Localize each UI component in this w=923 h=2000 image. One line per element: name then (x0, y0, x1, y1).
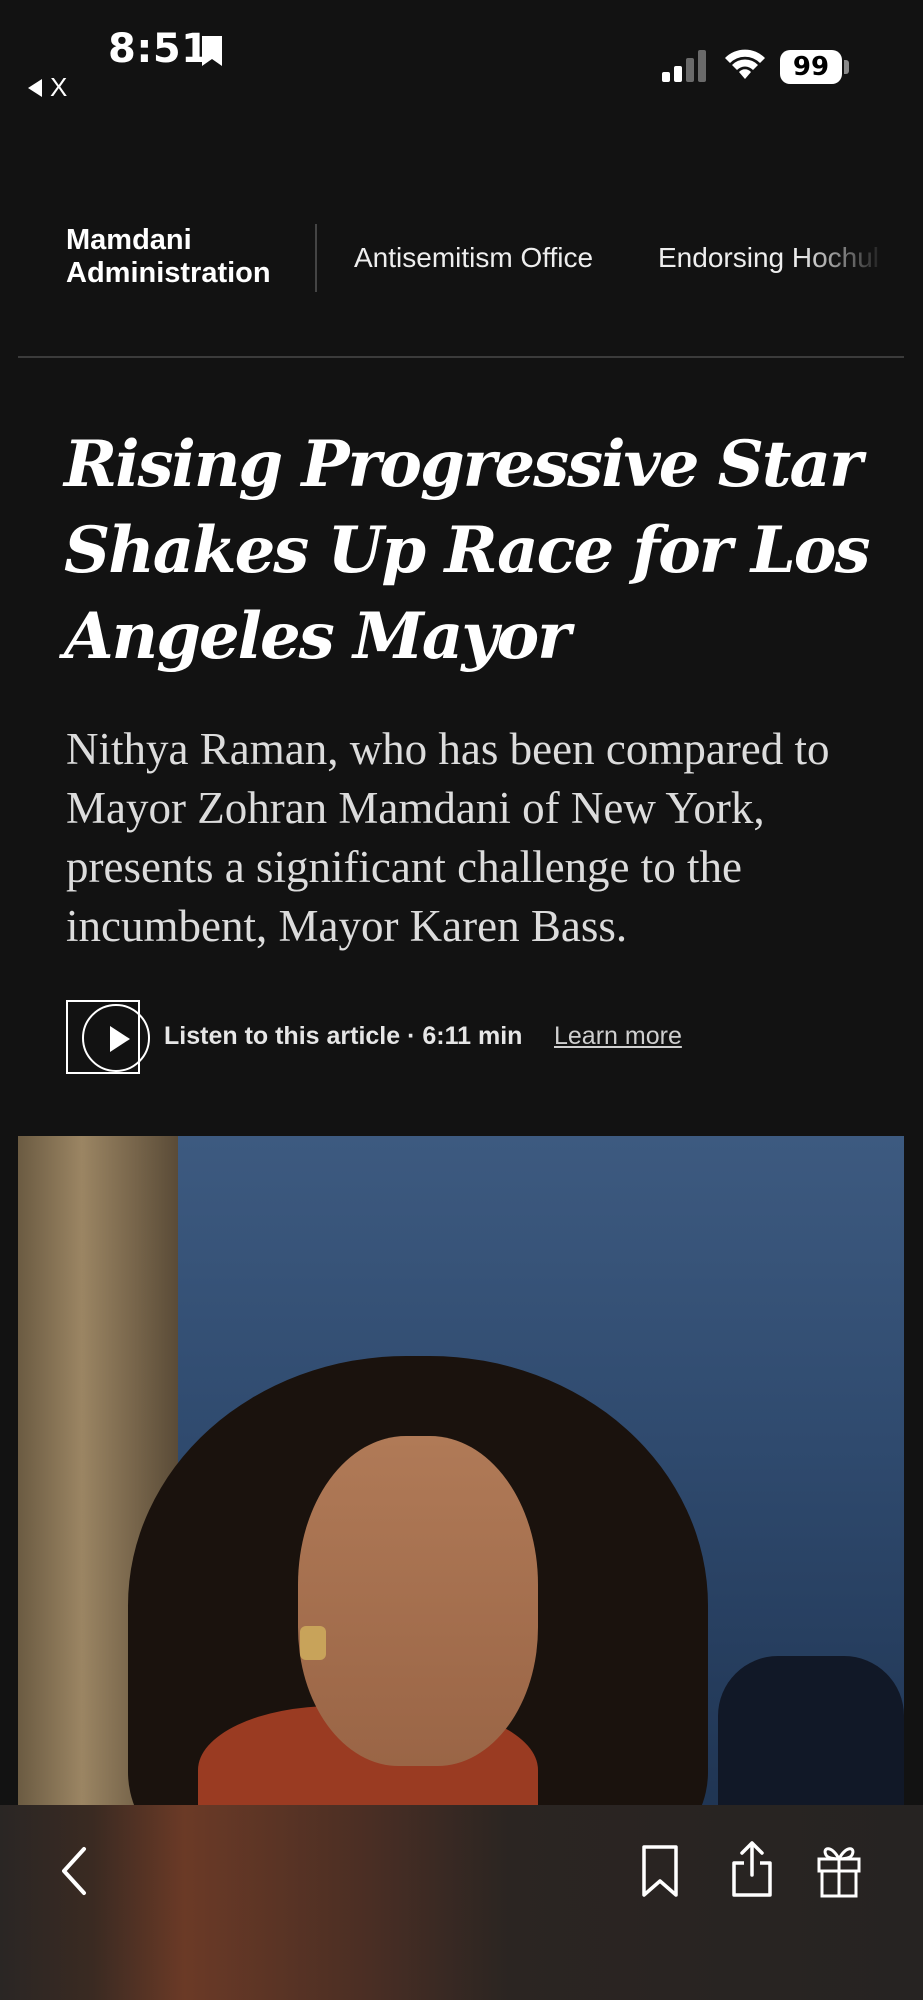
back-triangle-icon (28, 78, 42, 97)
battery-nub (844, 60, 849, 74)
status-bookmark-icon (202, 36, 222, 66)
article-summary: Nithya Raman, who has been compared to M… (66, 724, 830, 951)
bookmark-icon[interactable] (640, 1843, 680, 1899)
play-button[interactable] (66, 1000, 150, 1074)
play-icon (110, 1026, 130, 1052)
share-icon[interactable] (730, 1839, 774, 1899)
cellular-signal-icon (662, 50, 706, 82)
hero-image[interactable] (18, 1136, 904, 1826)
nav-fade-overlay (800, 210, 923, 310)
learn-more-link[interactable]: Learn more (554, 1022, 682, 1051)
battery-indicator: 99 (780, 50, 842, 84)
listen-label: Listen to this article · 6:11 min (164, 1022, 523, 1050)
nav-divider (315, 224, 317, 292)
chevron-left-icon[interactable] (54, 1843, 94, 1899)
topic-nav: Mamdani Administration Antisemitism Offi… (0, 210, 923, 310)
status-time: 8:51 (108, 26, 210, 72)
hero-face (298, 1436, 538, 1766)
hero-earring (300, 1626, 326, 1660)
hero-skyline (718, 1656, 904, 1826)
listen-to-article: Listen to this article · 6:11 min Learn … (66, 1000, 866, 1076)
header-divider (18, 356, 904, 358)
back-to-app[interactable]: X (28, 72, 67, 103)
gift-icon[interactable] (816, 1841, 862, 1899)
topic-link-antisemitism-office[interactable]: Antisemitism Office (354, 242, 593, 274)
status-bar: 8:51 X 99 (0, 0, 923, 110)
bottom-toolbar (0, 1805, 923, 2000)
article-headline: Rising Progressive Star Shakes Up Race f… (64, 427, 870, 674)
wifi-icon (725, 49, 765, 79)
section-label[interactable]: Mamdani Administration (66, 224, 306, 290)
back-app-label: X (50, 72, 68, 102)
